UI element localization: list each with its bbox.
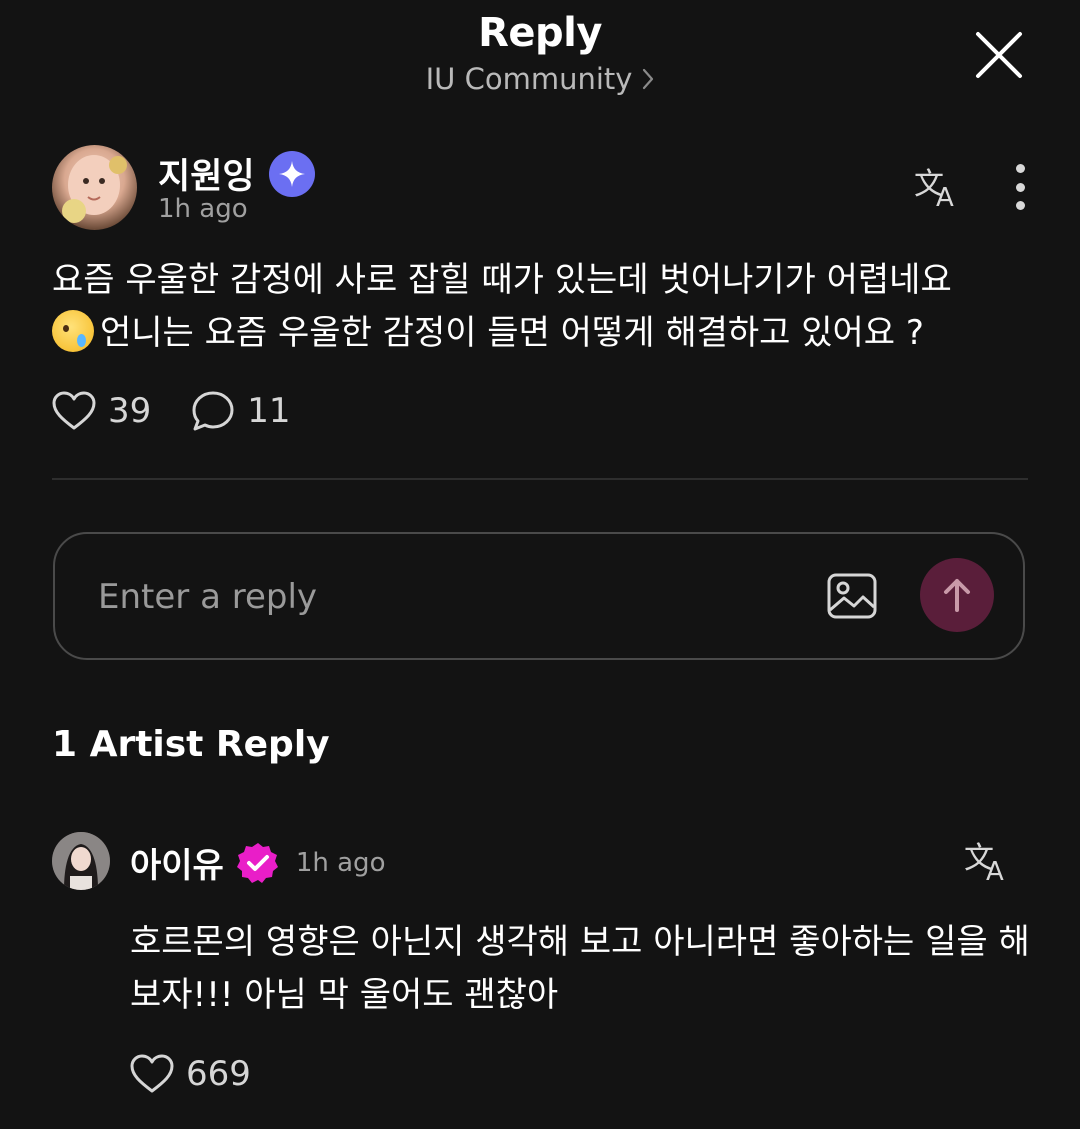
post-text-line1: 요즘 우울한 감정에 사로 잡힐 때가 있는데 벗어나기가 어렵네요 [52,260,952,300]
post-text-line2: 언니는 요즘 우울한 감정이 들면 어떻게 해결하고 있어요 ? [100,313,924,353]
artist-reply-body: 호르몬의 영향은 아닌지 생각해 보고 아니라면 좋아하는 일을 해보자!!! … [130,922,1030,1015]
community-name: IU Community [425,62,633,96]
translate-icon: 文 A [914,167,954,213]
comment-button[interactable]: 11 [191,390,291,432]
close-icon [976,32,1022,78]
translate-button[interactable]: 文 A [912,164,964,213]
community-link[interactable]: IU Community [0,62,1080,96]
attach-image-button[interactable] [826,572,878,620]
fan-badge-icon [268,150,315,197]
artist-reply-like-button[interactable]: 669 [130,1054,251,1094]
reply-input[interactable] [96,566,790,628]
like-count: 39 [108,391,152,431]
artist-timestamp: 1h ago [295,847,386,878]
send-button[interactable] [920,558,994,632]
close-button[interactable] [966,22,1032,88]
svg-text:A: A [986,857,1004,884]
post-timestamp: 1h ago [158,194,248,224]
translate-reply-button[interactable]: 文 A [962,838,1014,887]
arrow-up-icon [944,579,970,612]
heart-icon [52,391,96,430]
more-options-button[interactable] [1004,164,1036,210]
image-icon [827,573,877,619]
crying-face-icon [52,310,94,352]
avatar[interactable] [52,145,137,230]
post-text-line2-wrapper: 언니는 요즘 우울한 감정이 들면 어떻게 해결하고 있어요 ? [52,307,1042,360]
artist-reply-heading: 1 Artist Reply [52,724,330,765]
translate-icon: 文 A [964,841,1004,887]
artist-author[interactable]: 아이유 1h ago [130,838,385,887]
like-button[interactable]: 39 [52,391,151,431]
post-username: 지원잉 [158,157,255,197]
post-stats: 39 11 [52,390,291,432]
divider [52,478,1028,480]
artist-reply-like-count: 669 [186,1054,251,1094]
artist-avatar[interactable] [52,832,110,890]
page-title: Reply [478,10,602,56]
comment-count: 11 [247,391,291,431]
post-author[interactable]: 지원잉 [158,148,315,199]
comment-icon [192,391,234,431]
post-body: 요즘 우울한 감정에 사로 잡힐 때가 있는데 벗어나기가 어렵네요 언니는 요… [52,254,1042,360]
svg-text:A: A [936,183,954,210]
chevron-right-icon [642,68,654,90]
artist-username: 아이유 [130,846,224,886]
heart-icon [130,1054,174,1093]
artist-verified-icon [236,842,278,883]
